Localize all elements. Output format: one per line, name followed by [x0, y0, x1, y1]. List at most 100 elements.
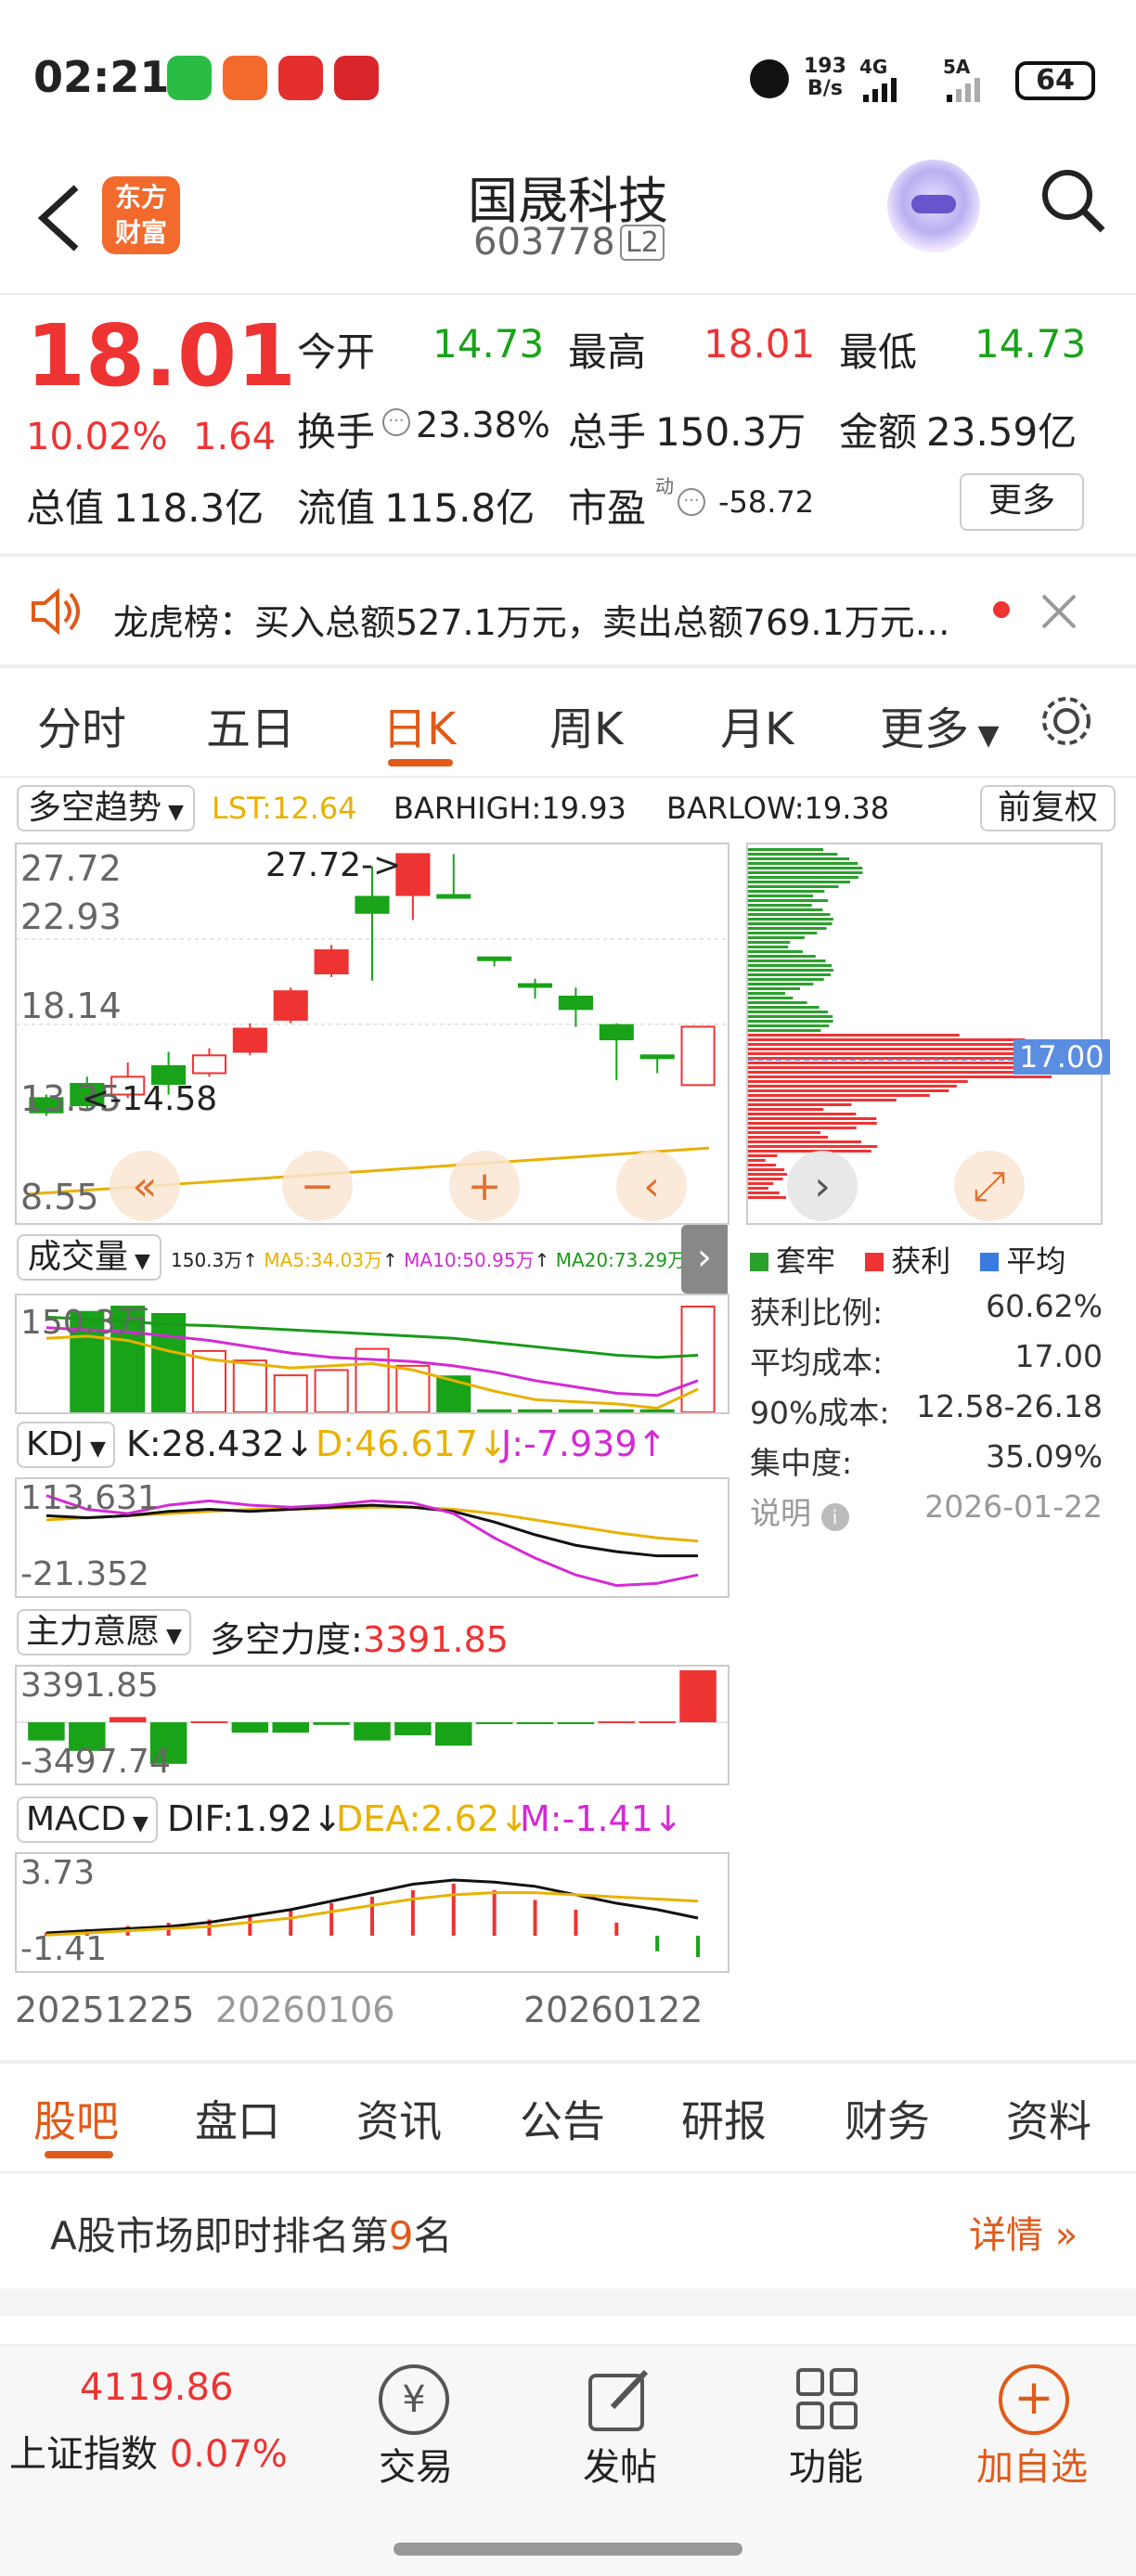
chevron-right-icon[interactable]: ›: [681, 1225, 728, 1294]
post-label[interactable]: 发帖: [583, 2437, 657, 2491]
tab-research[interactable]: 研报: [681, 2088, 767, 2149]
volume-bar: [599, 1409, 634, 1412]
scroll-left-icon[interactable]: ‹: [616, 1151, 687, 1221]
change-value: 1.64: [193, 416, 277, 458]
stock-code: 603778: [473, 221, 615, 264]
volume-top-label: 150.3万: [20, 1304, 150, 1342]
index-name[interactable]: 上证指数 0.07%: [9, 2424, 288, 2478]
add-watchlist-icon[interactable]: +: [999, 2364, 1069, 2435]
dragon-tiger-notice[interactable]: 龙虎榜：买入总额527.1万元，卖出总额769.1万元…: [113, 594, 986, 645]
chip-bar: [748, 992, 786, 995]
candle-body: [680, 1025, 716, 1087]
date-label: 20260106: [215, 1990, 395, 2030]
y-label: 8.55: [20, 1177, 99, 1217]
battery-icon: 64: [1015, 61, 1095, 100]
adjust-button[interactable]: 前复权: [980, 785, 1116, 831]
chip-bar: [748, 862, 858, 865]
speaker-icon: [28, 583, 85, 640]
volume-indicator-selector[interactable]: 成交量 ▼: [17, 1234, 161, 1281]
chip-stat-row: 平均成本: 17.00: [750, 1338, 1103, 1381]
chip-bar: [748, 978, 824, 981]
main-force-selector[interactable]: 主力意愿 ▼: [17, 1609, 191, 1655]
barlow-value: BARLOW:19.38: [666, 791, 890, 826]
chevron-right-icon[interactable]: ›: [787, 1151, 858, 1221]
chip-bar: [748, 908, 823, 911]
volume-bar: [273, 1374, 308, 1412]
amount-value: 23.59亿: [926, 409, 1078, 455]
post-icon[interactable]: [585, 2364, 655, 2435]
low-label: 最低: [839, 329, 918, 375]
close-icon[interactable]: [1038, 590, 1080, 633]
main-force-bar: [435, 1722, 472, 1746]
kdj-selector[interactable]: KDJ ▼: [17, 1422, 115, 1468]
total-cap-label: 总值: [26, 485, 105, 531]
chip-bar: [748, 1006, 820, 1009]
add-watchlist-label[interactable]: 加自选: [976, 2437, 1088, 2491]
signal-icon: [861, 78, 917, 102]
more-button[interactable]: 更多: [960, 473, 1084, 531]
tab-five-day[interactable]: 五日: [206, 692, 295, 757]
tab-finance[interactable]: 财务: [845, 2088, 930, 2149]
zoom-out-icon[interactable]: −: [282, 1151, 353, 1221]
chip-bar: [748, 1191, 780, 1194]
lst-value: LST:12.64: [212, 791, 357, 826]
mfi-top-label: 3391.85: [20, 1667, 159, 1705]
net-speed: 193 B/s: [804, 55, 846, 100]
info-icon: i: [820, 1503, 849, 1531]
main-force-chart: 3391.85 -3497.74: [15, 1665, 729, 1785]
indicator-selector[interactable]: 多空趋势 ▼: [17, 785, 195, 831]
chip-stat-row: 获利比例: 60.62%: [750, 1288, 1103, 1331]
tab-order-book[interactable]: 盘口: [195, 2088, 280, 2149]
tab-news[interactable]: 资讯: [356, 2088, 442, 2149]
tab-weekly-k[interactable]: 周K: [549, 692, 623, 757]
chip-bar: [748, 1034, 960, 1037]
candle-body: [273, 990, 308, 1021]
tab-announcements[interactable]: 公告: [520, 2088, 605, 2149]
y-label: 22.93: [20, 896, 122, 937]
expand-icon[interactable]: ⤢: [954, 1151, 1025, 1221]
macd-dea: DEA:2.62↓: [336, 1798, 529, 1839]
info-icon[interactable]: ···: [382, 408, 410, 436]
volume-bar: [314, 1369, 349, 1412]
tab-intraday[interactable]: 分时: [37, 692, 126, 757]
unread-dot: [993, 601, 1010, 618]
index-value[interactable]: 4119.86: [80, 2366, 233, 2409]
trade-icon[interactable]: ¥: [379, 2364, 449, 2435]
main-force-bar: [272, 1722, 309, 1733]
info-icon[interactable]: ···: [678, 488, 705, 516]
network-type: 4G: [859, 56, 888, 78]
tab-monthly-k[interactable]: 月K: [720, 692, 794, 757]
chip-bar: [748, 890, 825, 893]
chip-bar: [748, 1015, 833, 1018]
chip-note-row[interactable]: 说明 i 2026-01-22: [750, 1488, 1103, 1533]
candle-body: [191, 1054, 227, 1075]
tab-profile[interactable]: 资料: [1006, 2088, 1091, 2149]
chip-bar: [748, 867, 863, 869]
chip-bar: [748, 1038, 1026, 1041]
tab-more[interactable]: 更多 ▼: [880, 692, 1000, 757]
tab-daily-k[interactable]: 日K: [382, 692, 456, 757]
zoom-in-icon[interactable]: +: [449, 1151, 520, 1221]
search-icon[interactable]: [1038, 165, 1108, 236]
robot-assistant-icon[interactable]: [887, 160, 980, 252]
macd-selector[interactable]: MACD ▼: [17, 1797, 158, 1843]
chip-bar: [748, 1182, 774, 1185]
chip-bar: [748, 1145, 878, 1148]
macd-top-label: 3.73: [20, 1854, 96, 1892]
level-badge: L2: [620, 225, 665, 261]
home-indicator: [394, 2543, 742, 2556]
apps-grid-icon[interactable]: [793, 2364, 863, 2435]
chip-bar: [748, 899, 829, 902]
y-label: 27.72: [20, 848, 122, 889]
ranking-detail-link[interactable]: 详情 »: [969, 2205, 1078, 2259]
kdj-bottom-label: -21.352: [20, 1555, 149, 1593]
settings-icon[interactable]: [1038, 692, 1095, 750]
chip-bar: [748, 955, 816, 958]
y-label: 18.14: [20, 985, 122, 1026]
tab-forum[interactable]: 股吧: [33, 2088, 119, 2149]
market-ranking: A股市场即时排名第9名: [50, 2213, 453, 2259]
candle-body: [395, 853, 431, 896]
trade-label[interactable]: 交易: [379, 2437, 453, 2491]
func-label[interactable]: 功能: [789, 2437, 863, 2491]
scroll-left-fast-icon[interactable]: «: [110, 1151, 180, 1221]
